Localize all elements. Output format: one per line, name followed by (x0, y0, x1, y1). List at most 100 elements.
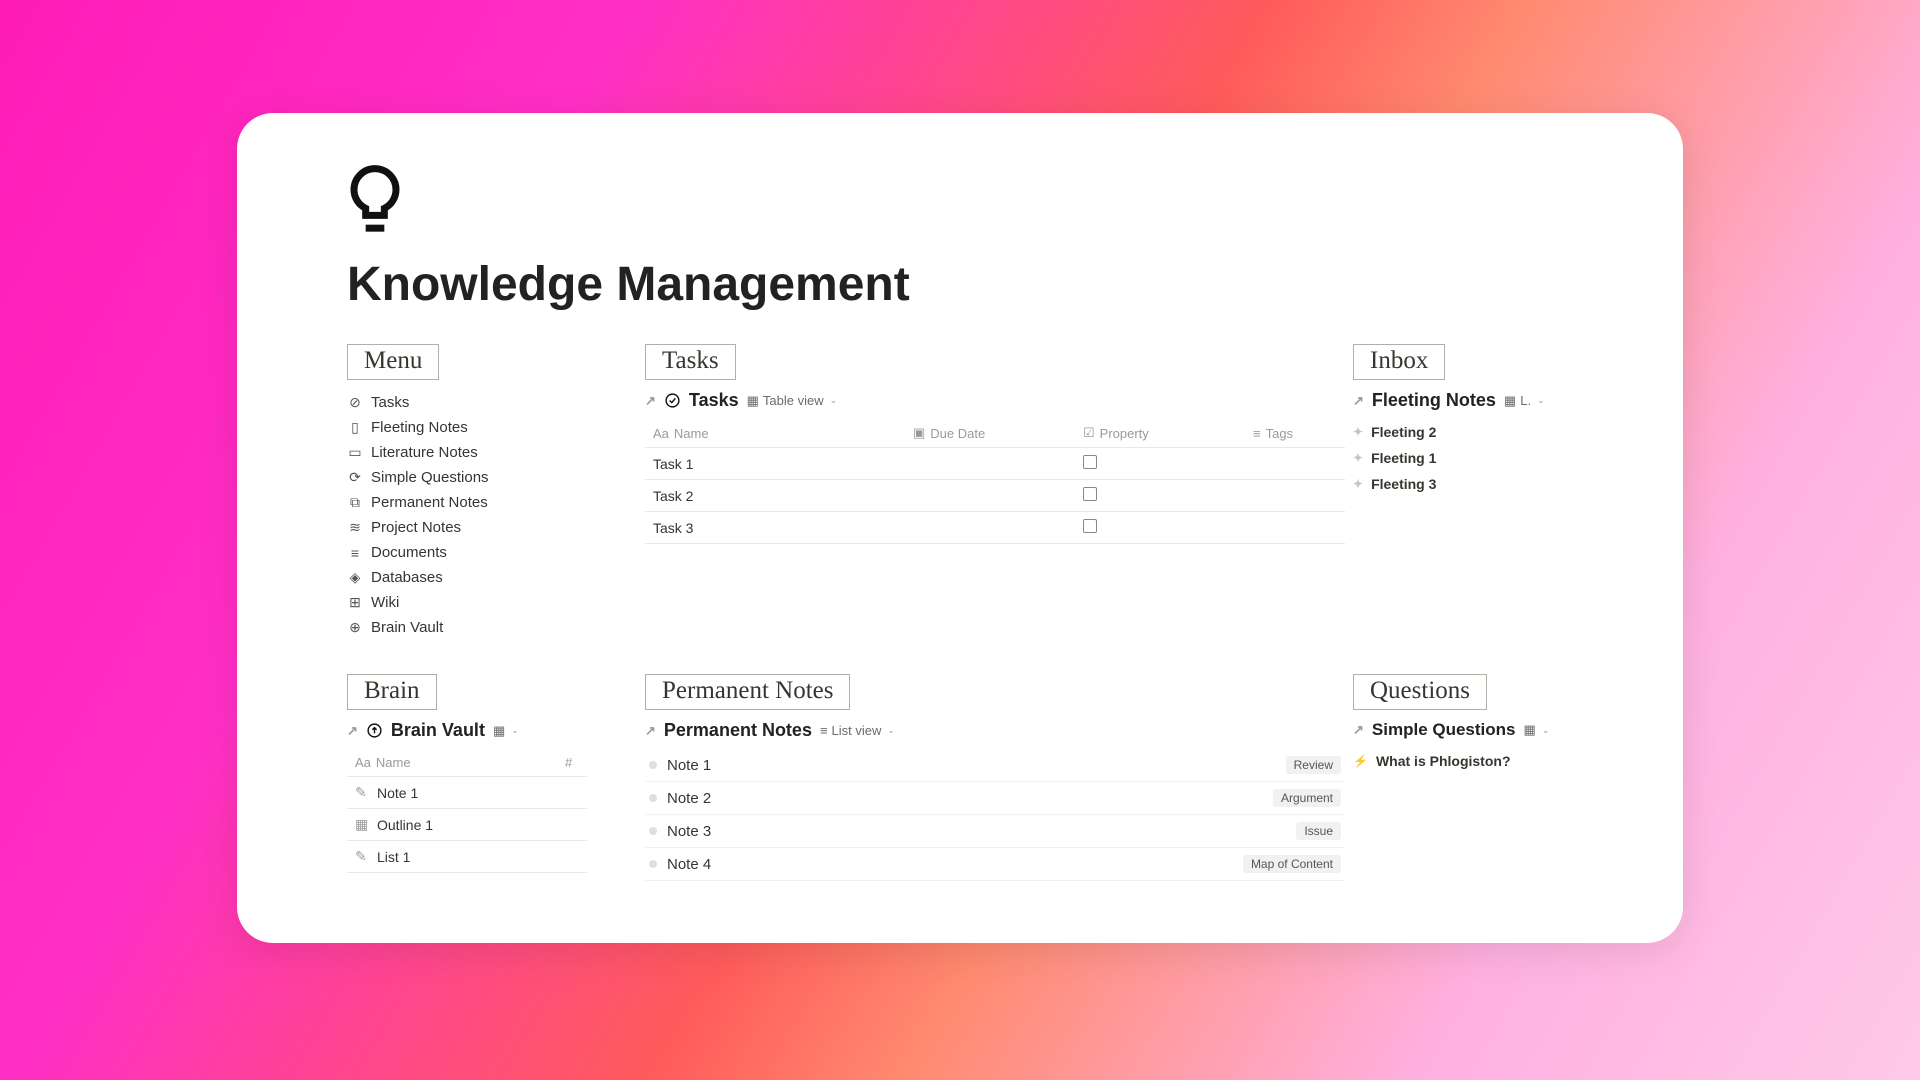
text-icon: Aa (653, 426, 669, 441)
calendar-icon: ▣ (913, 425, 925, 441)
brain-view-selector[interactable]: ▦⌄ (493, 723, 519, 739)
sparkle-icon: ✦ (1353, 451, 1363, 465)
brain-link-title[interactable]: Brain Vault (391, 720, 485, 741)
refresh-icon: ⟳ (347, 470, 363, 486)
check-circle-icon: ⊘ (347, 395, 363, 411)
questions-list: ⚡What is Phlogiston? (1353, 748, 1573, 774)
upload-icon (366, 722, 383, 739)
page-icon-lightbulb (347, 161, 1573, 237)
permanent-heading: Permanent Notes (645, 674, 850, 710)
fleeting-item[interactable]: ✦Fleeting 2 (1353, 419, 1573, 445)
content-grid: Menu ⊘Tasks ▯Fleeting Notes ▭Literature … (347, 344, 1573, 881)
tag-badge: Map of Content (1243, 855, 1341, 873)
grid-icon: ⊞ (347, 595, 363, 611)
layers-icon: ≋ (347, 520, 363, 536)
copy-icon: ⧉ (347, 495, 363, 511)
task-checkbox[interactable] (1083, 455, 1097, 469)
link-arrow-icon: ↗ (347, 723, 358, 739)
menu-item-project[interactable]: ≋Project Notes (347, 515, 637, 540)
task-row[interactable]: Task 3 (645, 512, 1345, 544)
brain-row[interactable]: ✎List 1 (347, 841, 587, 873)
calendar-icon: ▦ (355, 816, 371, 833)
task-row[interactable]: Task 1 (645, 448, 1345, 480)
menu-item-permanent[interactable]: ⧉Permanent Notes (347, 490, 637, 515)
questions-link-row: ↗ Simple Questions ▦⌄ (1353, 720, 1573, 740)
gallery-icon: ▦ (1524, 722, 1536, 738)
tasks-view-selector[interactable]: ▦Table view⌄ (747, 393, 838, 409)
tasks-link-title[interactable]: Tasks (689, 390, 739, 411)
stack-icon: ≡ (347, 545, 363, 561)
sparkle-icon: ✦ (1353, 425, 1363, 439)
chevron-down-icon: ⌄ (887, 725, 895, 736)
brain-heading: Brain (347, 674, 437, 710)
tag-badge: Issue (1296, 822, 1341, 840)
note-icon: ✎ (355, 784, 371, 801)
link-arrow-icon: ↗ (1353, 722, 1364, 738)
menu-item-wiki[interactable]: ⊞Wiki (347, 590, 637, 615)
link-arrow-icon: ↗ (645, 723, 656, 739)
brain-row[interactable]: ▦Outline 1 (347, 809, 587, 841)
task-checkbox[interactable] (1083, 519, 1097, 533)
check-circle-icon (664, 392, 681, 409)
cube-icon: ◈ (347, 570, 363, 586)
permanent-view-selector[interactable]: ≡List view⌄ (820, 723, 895, 738)
book-icon: ▭ (347, 445, 363, 461)
menu-item-literature[interactable]: ▭Literature Notes (347, 440, 637, 465)
permanent-link-row: ↗ Permanent Notes ≡List view⌄ (645, 720, 1345, 741)
hash-icon: # (565, 755, 572, 770)
menu-item-questions[interactable]: ⟳Simple Questions (347, 465, 637, 490)
page-title: Knowledge Management (347, 257, 1573, 312)
menu-list: ⊘Tasks ▯Fleeting Notes ▭Literature Notes… (347, 390, 637, 640)
questions-block: Questions ↗ Simple Questions ▦⌄ ⚡What is… (1353, 674, 1573, 881)
permanent-link-title[interactable]: Permanent Notes (664, 720, 812, 741)
task-checkbox[interactable] (1083, 487, 1097, 501)
chevron-down-icon: ⌄ (511, 725, 519, 736)
gallery-icon: ▦ (1504, 393, 1516, 409)
table-icon: ▦ (493, 723, 505, 739)
questions-heading: Questions (1353, 674, 1487, 710)
question-item[interactable]: ⚡What is Phlogiston? (1353, 748, 1573, 774)
permanent-list: Note 1Review Note 2Argument Note 3Issue … (645, 749, 1345, 881)
inbox-heading: Inbox (1353, 344, 1445, 380)
text-icon: Aa (355, 755, 371, 770)
page-dot-icon (649, 860, 657, 868)
upload-icon: ⊕ (347, 620, 363, 636)
inbox-link-row: ↗ Fleeting Notes ▦L.⌄ (1353, 390, 1573, 411)
permanent-item[interactable]: Note 2Argument (645, 782, 1345, 815)
task-row[interactable]: Task 2 (645, 480, 1345, 512)
fleeting-item[interactable]: ✦Fleeting 3 (1353, 471, 1573, 497)
menu-item-brain-vault[interactable]: ⊕Brain Vault (347, 615, 637, 640)
inbox-view-selector[interactable]: ▦L.⌄ (1504, 393, 1545, 409)
tasks-heading: Tasks (645, 344, 736, 380)
list-icon: ≡ (820, 723, 828, 738)
bolt-icon: ⚡ (1353, 754, 1368, 768)
table-icon: ▦ (747, 393, 759, 409)
menu-item-fleeting[interactable]: ▯Fleeting Notes (347, 415, 637, 440)
permanent-item[interactable]: Note 1Review (645, 749, 1345, 782)
menu-item-tasks[interactable]: ⊘Tasks (347, 390, 637, 415)
menu-heading: Menu (347, 344, 439, 380)
questions-link-title[interactable]: Simple Questions (1372, 720, 1516, 740)
brain-link-row: ↗ Brain Vault ▦⌄ (347, 720, 637, 741)
checkbox-icon: ☑ (1083, 425, 1095, 441)
menu-item-databases[interactable]: ◈Databases (347, 565, 637, 590)
tasks-table: AaName ▣Due Date ☑Property ≡Tags Task 1 … (645, 419, 1345, 544)
chevron-down-icon: ⌄ (830, 395, 838, 406)
questions-view-selector[interactable]: ▦⌄ (1524, 722, 1550, 738)
permanent-item[interactable]: Note 3Issue (645, 815, 1345, 848)
inbox-link-title[interactable]: Fleeting Notes (1372, 390, 1496, 411)
permanent-item[interactable]: Note 4Map of Content (645, 848, 1345, 881)
page-dot-icon (649, 761, 657, 769)
list-icon: ≡ (1253, 426, 1261, 441)
brain-row[interactable]: ✎Note 1 (347, 777, 587, 809)
note-icon: ✎ (355, 848, 371, 865)
brain-block: Brain ↗ Brain Vault ▦⌄ AaName # ✎Note 1 … (347, 674, 637, 881)
sparkle-icon: ✦ (1353, 477, 1363, 491)
notion-page-card: Knowledge Management Menu ⊘Tasks ▯Fleeti… (237, 113, 1683, 943)
inbox-block: Inbox ↗ Fleeting Notes ▦L.⌄ ✦Fleeting 2 … (1353, 344, 1573, 640)
menu-item-documents[interactable]: ≡Documents (347, 540, 637, 565)
inbox-list: ✦Fleeting 2 ✦Fleeting 1 ✦Fleeting 3 (1353, 419, 1573, 497)
fleeting-item[interactable]: ✦Fleeting 1 (1353, 445, 1573, 471)
tasks-block: Tasks ↗ Tasks ▦Table view⌄ AaName ▣Due D… (645, 344, 1345, 640)
tag-badge: Review (1286, 756, 1341, 774)
